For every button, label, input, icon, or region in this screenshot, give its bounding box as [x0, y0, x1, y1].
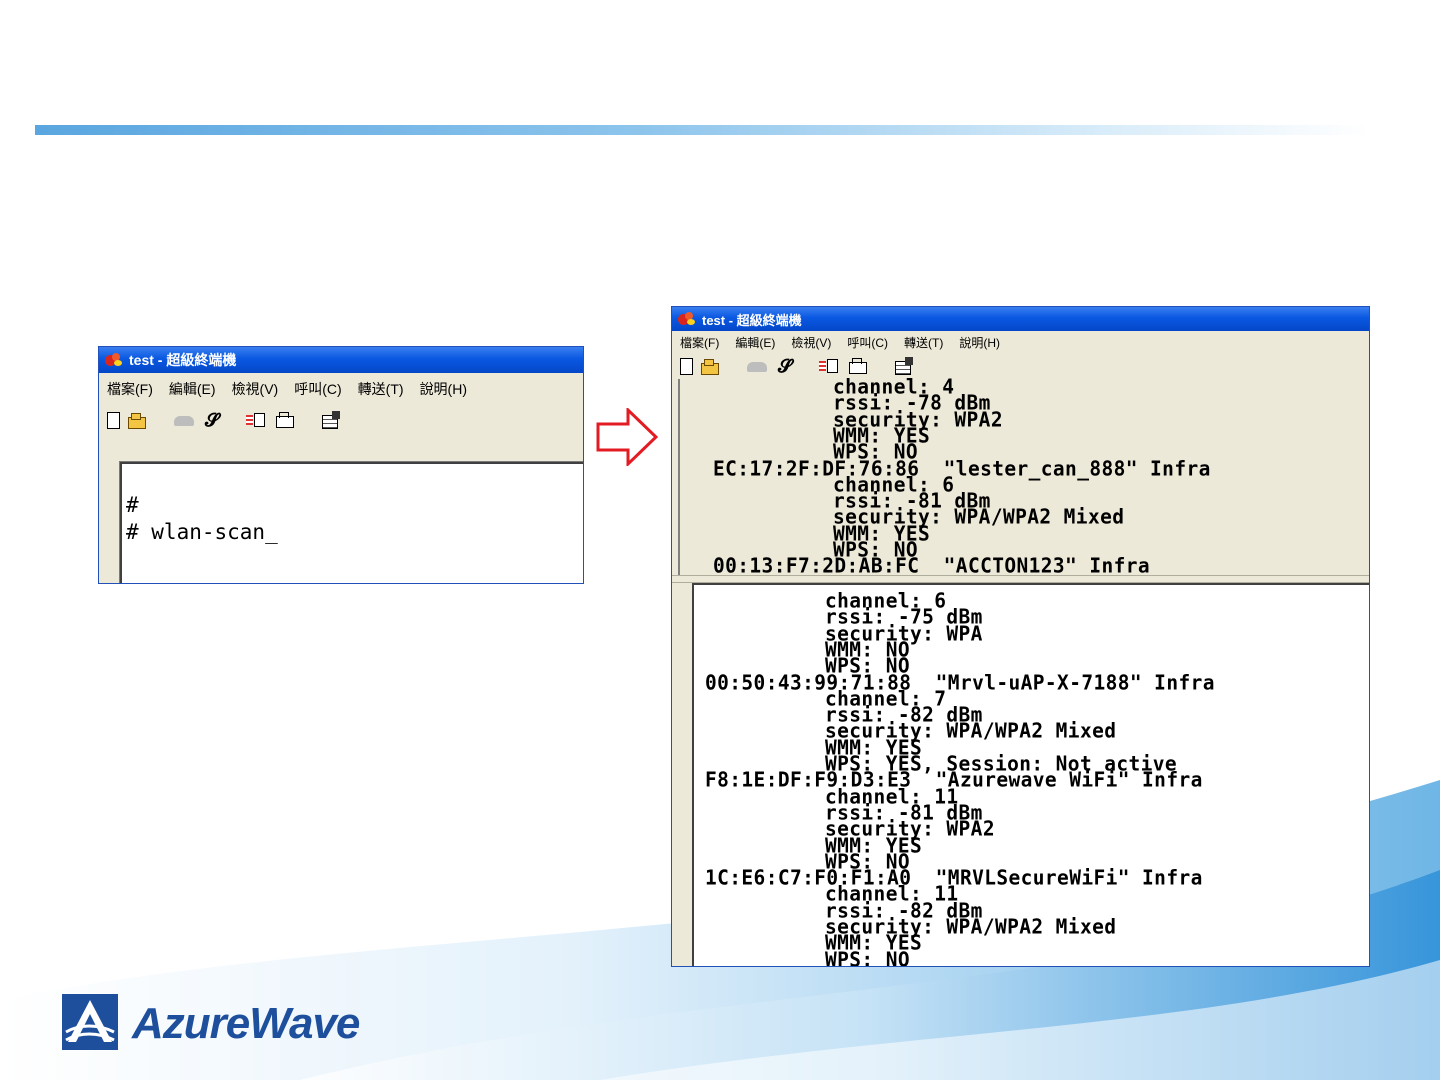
- menu-file[interactable]: 檔案(F): [107, 379, 153, 399]
- menu-edit[interactable]: 編輯(E): [735, 334, 775, 351]
- open-icon[interactable]: [128, 413, 148, 429]
- menu-bar: 檔案(F) 編輯(E) 檢視(V) 呼叫(C) 轉送(T) 說明(H): [672, 331, 1369, 353]
- properties-icon[interactable]: [322, 411, 342, 429]
- window-title: test - 超級終端機: [129, 352, 237, 368]
- menu-help[interactable]: 說明(H): [420, 379, 467, 399]
- toolbar: 𝓢: [99, 405, 583, 435]
- hyperterminal-window-small: test - 超級終端機 檔案(F) 編輯(E) 檢視(V) 呼叫(C) 轉送(…: [98, 346, 584, 584]
- open-icon[interactable]: [701, 359, 721, 375]
- window-title: test - 超級終端機: [702, 312, 802, 328]
- hyperterminal-window-large: test - 超級終端機 檔案(F) 編輯(E) 檢視(V) 呼叫(C) 轉送(…: [671, 306, 1370, 967]
- terminal-line: # wlan-scan_: [126, 520, 278, 544]
- azurewave-logo: AzureWave: [62, 992, 392, 1056]
- header-accent-bar: [35, 125, 1370, 135]
- dial-icon[interactable]: [747, 359, 769, 373]
- receive-icon[interactable]: [849, 358, 869, 374]
- terminal-output[interactable]: # # wlan-scan_: [119, 461, 583, 583]
- new-icon[interactable]: [107, 411, 120, 429]
- terminal-line: #: [126, 493, 139, 517]
- receive-icon[interactable]: [276, 412, 296, 428]
- hyperterminal-app-icon: [678, 312, 696, 326]
- menu-call[interactable]: 呼叫(C): [294, 379, 341, 399]
- send-icon[interactable]: [246, 412, 268, 428]
- hyperterminal-app-icon: [105, 353, 123, 367]
- window-title-bar[interactable]: test - 超級終端機: [99, 347, 583, 373]
- menu-edit[interactable]: 編輯(E): [169, 379, 216, 399]
- terminal-output[interactable]: channel: 6 rssi: -75 dBm security: WPA W…: [678, 583, 1369, 966]
- hang-up-icon[interactable]: 𝓢: [204, 410, 220, 430]
- logo-mark-icon: [62, 994, 118, 1050]
- terminal-line: 00:50:43:99:71:88 "Mrvl-uAP-X-7188" Infr…: [705, 670, 1215, 695]
- window-title-bar[interactable]: test - 超級終端機: [672, 307, 1369, 331]
- scrollback-separator[interactable]: [672, 575, 1369, 583]
- menu-view[interactable]: 檢視(V): [791, 334, 831, 351]
- send-icon[interactable]: [819, 358, 841, 374]
- menu-bar: 檔案(F) 編輯(E) 檢視(V) 呼叫(C) 轉送(T) 說明(H): [99, 373, 583, 405]
- new-icon[interactable]: [680, 357, 693, 375]
- terminal-line: WPS: NO: [825, 947, 910, 967]
- terminal-scrollback[interactable]: channel: 4 rssi: -78 dBm security: WPA2 …: [678, 376, 1369, 579]
- dial-icon[interactable]: [174, 413, 196, 427]
- terminal-line: EC:17:2F:DF:76:86 "lester_can_888" Infra: [713, 456, 1211, 481]
- menu-transfer[interactable]: 轉送(T): [904, 334, 943, 351]
- right-arrow-icon: [596, 408, 658, 466]
- menu-transfer[interactable]: 轉送(T): [358, 379, 404, 399]
- hang-up-icon[interactable]: 𝓢: [777, 356, 793, 376]
- toolbar: 𝓢: [672, 353, 1369, 379]
- menu-file[interactable]: 檔案(F): [680, 334, 719, 351]
- properties-icon[interactable]: [895, 357, 915, 375]
- terminal-line: 00:13:F7:2D:AB:FC "ACCTON123" Infra: [713, 554, 1151, 579]
- menu-call[interactable]: 呼叫(C): [847, 334, 888, 351]
- menu-help[interactable]: 說明(H): [959, 334, 1000, 351]
- menu-view[interactable]: 檢視(V): [232, 379, 279, 399]
- brand-name: AzureWave: [132, 999, 360, 1048]
